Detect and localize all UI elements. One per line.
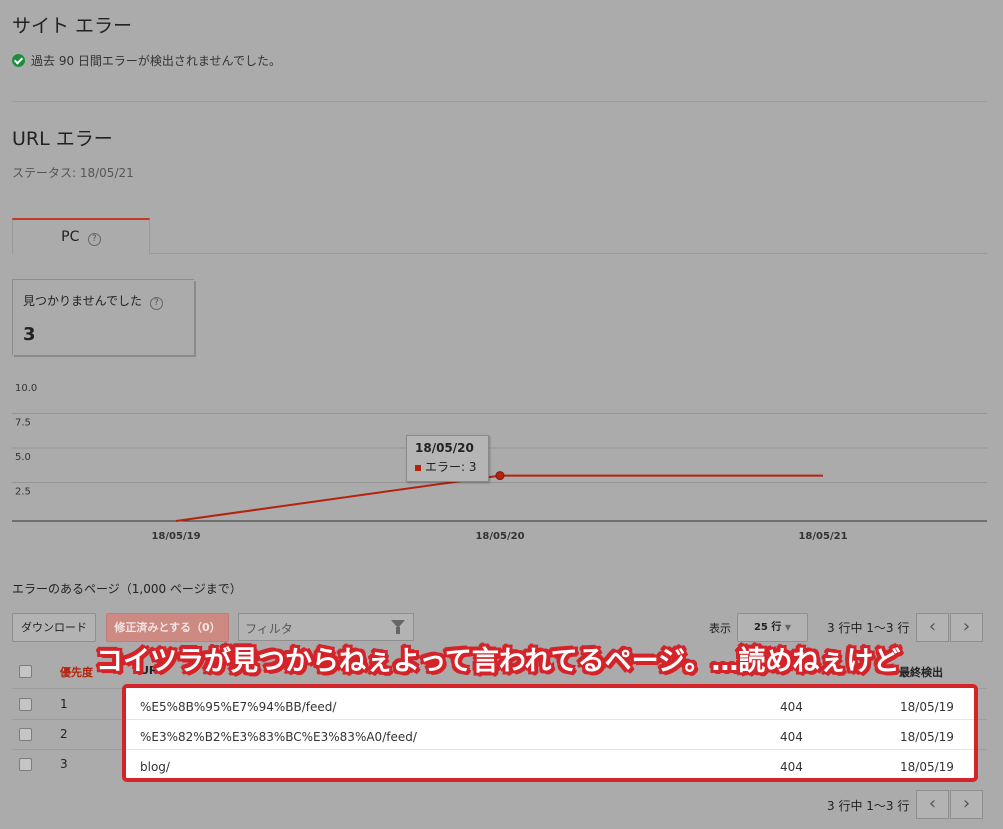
site-errors-status: 過去 90 日間エラーが検出されませんでした。 xyxy=(12,52,281,69)
row-last-detected: 18/05/19 xyxy=(900,730,954,744)
select-all-checkbox[interactable] xyxy=(19,665,32,678)
last-detected-column-header[interactable]: 最終検出 xyxy=(899,664,943,680)
row-url[interactable]: %E5%8B%95%E7%94%BB/feed/ xyxy=(140,700,336,714)
help-icon[interactable]: ? xyxy=(149,297,163,310)
row-checkbox[interactable] xyxy=(19,758,32,771)
row-last-detected: 18/05/19 xyxy=(900,760,954,774)
row-last-detected: 18/05/19 xyxy=(900,700,954,714)
row-url[interactable]: blog/ xyxy=(140,760,170,774)
download-button[interactable]: ダウンロード xyxy=(12,613,96,642)
url-errors-title: URL エラー xyxy=(12,128,113,150)
tab-pc[interactable]: PC ? xyxy=(12,218,150,254)
filter-icon xyxy=(391,620,405,634)
next-page-button[interactable]: › xyxy=(950,613,983,642)
y-tick-label: 10.0 xyxy=(15,383,37,394)
row-response-code: 404 xyxy=(780,730,803,744)
site-errors-title: サイト エラー xyxy=(12,15,133,37)
prev-page-button[interactable]: ‹ xyxy=(916,613,949,642)
prev-page-button-bottom[interactable]: ‹ xyxy=(916,790,949,819)
chart-tooltip: 18/05/20 エラー: 3 xyxy=(406,435,489,482)
row-priority: 3 xyxy=(60,757,68,771)
row-checkbox[interactable] xyxy=(19,728,32,741)
not-found-card-label: 見つかりませんでした ? xyxy=(23,292,184,310)
not-found-count: 3 xyxy=(23,324,36,345)
pagination-text: 3 行中 1〜3 行 xyxy=(827,621,910,635)
row-divider xyxy=(126,749,974,750)
annotation-caption: コイツラが見つからねぇよって言われてるページ。…読めねぇけど xyxy=(96,646,901,677)
y-tick-label: 2.5 xyxy=(15,487,31,498)
divider xyxy=(12,101,987,102)
pagination-text-bottom: 3 行中 1〜3 行 xyxy=(827,799,910,813)
chevron-down-icon: ▼ xyxy=(784,623,792,632)
filter-placeholder: フィルタ xyxy=(245,622,293,636)
series-swatch xyxy=(415,464,421,471)
rows-per-page-value: 25 行 xyxy=(753,622,782,633)
table-row[interactable]: %E3%82%B2%E3%83%BC%E3%83%A0/feed/ 404 18… xyxy=(126,722,974,752)
row-response-code: 404 xyxy=(780,700,803,714)
error-chart: 10.0 7.5 5.0 2.5 18/05/19 18/05/20 18/05/21 xyxy=(12,383,987,540)
row-url[interactable]: %E3%82%B2%E3%83%BC%E3%83%A0/feed/ xyxy=(140,730,417,744)
row-divider xyxy=(126,719,974,720)
not-found-card[interactable]: 見つかりませんでした ? 3 xyxy=(12,279,194,355)
x-tick-label: 18/05/20 xyxy=(475,531,524,540)
site-errors-status-text: 過去 90 日間エラーが検出されませんでした。 xyxy=(31,54,281,68)
pages-section-title: エラーのあるページ（1,000 ページまで） xyxy=(12,582,242,596)
row-priority: 1 xyxy=(60,697,68,711)
row-checkbox[interactable] xyxy=(19,698,32,711)
rows-per-page-select[interactable]: 25 行 ▼ xyxy=(737,613,808,642)
priority-column-header[interactable]: 優先度 xyxy=(60,664,93,680)
tab-underline xyxy=(150,253,987,254)
table-row[interactable]: blog/ 404 18/05/19 xyxy=(126,752,974,782)
help-icon[interactable]: ? xyxy=(87,233,101,246)
data-point xyxy=(495,471,505,481)
filter-input[interactable]: フィルタ xyxy=(238,613,414,641)
x-tick-label: 18/05/19 xyxy=(151,531,200,540)
row-priority: 2 xyxy=(60,727,68,741)
tooltip-value: エラー: 3 xyxy=(425,460,477,474)
row-response-code: 404 xyxy=(780,760,803,774)
check-icon xyxy=(12,54,25,67)
x-tick-label: 18/05/21 xyxy=(798,531,847,540)
tab-pc-label: PC xyxy=(61,229,80,245)
next-page-button-bottom[interactable]: › xyxy=(950,790,983,819)
show-label: 表示 xyxy=(709,622,731,635)
table-row[interactable]: %E5%8B%95%E7%94%BB/feed/ 404 18/05/19 xyxy=(126,692,974,722)
y-tick-label: 7.5 xyxy=(15,418,31,429)
y-tick-label: 5.0 xyxy=(15,452,31,463)
tooltip-date: 18/05/20 xyxy=(415,441,474,455)
url-errors-status: ステータス: 18/05/21 xyxy=(12,166,134,180)
highlighted-rows: %E5%8B%95%E7%94%BB/feed/ 404 18/05/19 %E… xyxy=(122,684,978,782)
mark-fixed-button[interactable]: 修正済みとする（0） xyxy=(106,613,229,642)
